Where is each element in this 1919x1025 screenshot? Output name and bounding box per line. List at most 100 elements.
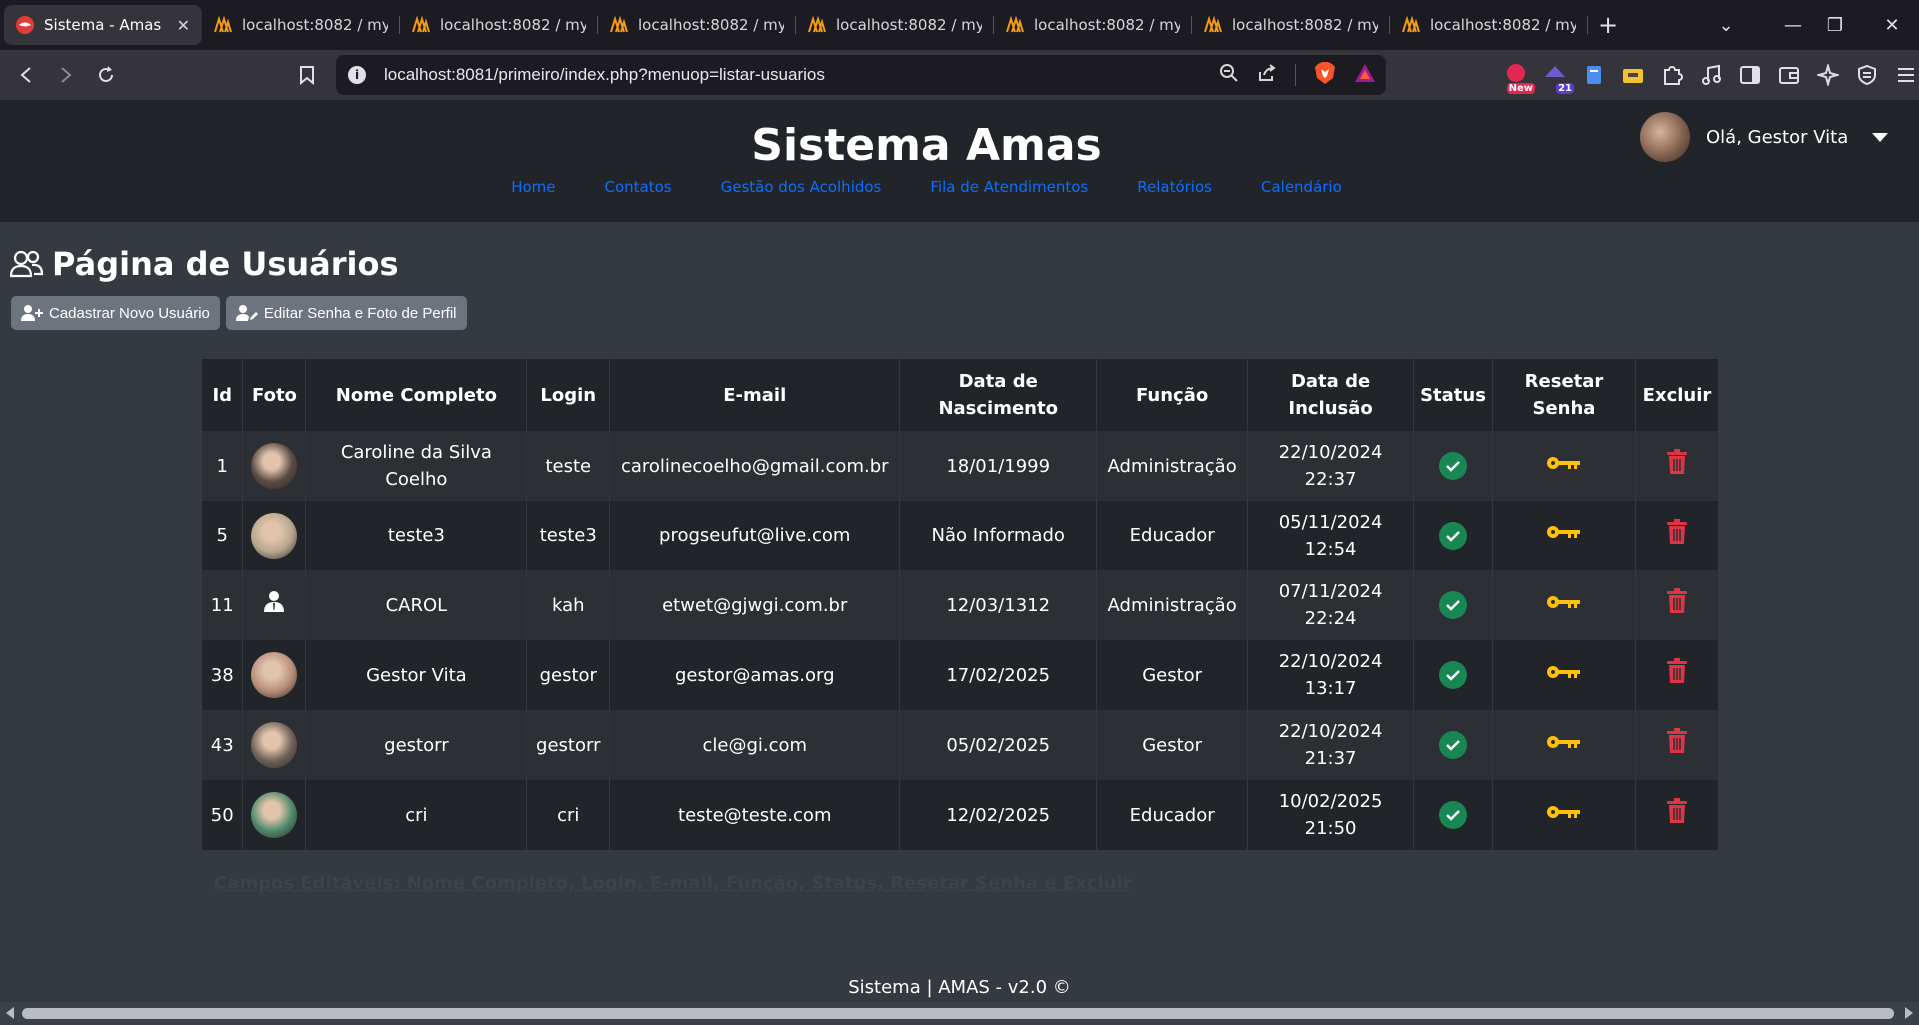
site-info-icon[interactable]: i — [348, 66, 366, 84]
extensions-puzzle-icon[interactable] — [1659, 62, 1685, 88]
cell-funcao[interactable]: Educador — [1096, 501, 1249, 570]
cell-resetar-senha[interactable] — [1492, 501, 1636, 570]
cell-email[interactable]: progseufut@live.com — [609, 501, 901, 570]
cell-nome[interactable]: Gestor Vita — [305, 640, 528, 710]
user-menu[interactable]: Olá, Gestor Vita — [1640, 112, 1889, 162]
cell-email[interactable]: teste@teste.com — [609, 780, 901, 850]
scroll-left-icon[interactable] — [6, 1007, 14, 1019]
cell-login[interactable]: kah — [526, 570, 611, 640]
cell-excluir[interactable] — [1635, 780, 1720, 850]
cell-excluir[interactable] — [1635, 501, 1720, 570]
cell-status[interactable] — [1413, 570, 1494, 640]
cell-status[interactable] — [1413, 710, 1494, 780]
wallet-icon[interactable] — [1776, 62, 1802, 88]
cell-login[interactable]: gestor — [526, 640, 611, 710]
key-icon[interactable] — [1546, 523, 1582, 541]
cell-funcao[interactable]: Administração — [1096, 570, 1249, 640]
close-tab-icon[interactable]: ✕ — [177, 16, 190, 35]
cell-status[interactable] — [1413, 431, 1494, 501]
cell-resetar-senha[interactable] — [1492, 431, 1636, 501]
cell-funcao[interactable]: Educador — [1096, 780, 1249, 850]
menu-item-contatos[interactable]: Contatos — [605, 178, 672, 196]
brave-shields-icon[interactable] — [1314, 61, 1336, 90]
cell-nome[interactable]: CAROL — [305, 570, 528, 640]
back-icon[interactable] — [8, 57, 44, 93]
cell-excluir[interactable] — [1635, 570, 1720, 640]
tab-phpmyadmin-5[interactable]: localhost:8082 / mysq — [994, 5, 1192, 45]
cell-login[interactable]: gestorr — [526, 710, 611, 780]
close-window-icon[interactable]: ✕ — [1867, 0, 1917, 50]
trash-icon[interactable] — [1666, 728, 1688, 754]
trash-icon[interactable] — [1666, 798, 1688, 824]
status-active-icon[interactable] — [1439, 521, 1468, 550]
menu-item-calendario[interactable]: Calendário — [1261, 178, 1342, 196]
cell-nome[interactable]: gestorr — [305, 710, 528, 780]
chevron-down-icon[interactable] — [1872, 132, 1889, 142]
cell-funcao[interactable]: Gestor — [1096, 710, 1249, 780]
media-icon[interactable] — [1698, 62, 1724, 88]
sidebar-icon[interactable] — [1737, 62, 1763, 88]
zoom-icon[interactable] — [1219, 63, 1239, 88]
status-active-icon[interactable] — [1439, 661, 1468, 689]
cell-email[interactable]: gestor@amas.org — [609, 640, 901, 710]
cell-excluir[interactable] — [1635, 431, 1720, 501]
menu-item-relatorios[interactable]: Relatórios — [1137, 178, 1212, 196]
avatar[interactable] — [1640, 112, 1690, 162]
status-active-icon[interactable] — [1439, 801, 1468, 829]
cell-resetar-senha[interactable] — [1492, 570, 1636, 640]
new-tab-icon[interactable]: + — [1588, 5, 1628, 45]
cell-email[interactable]: etwet@gjwgi.com.br — [609, 570, 901, 640]
cell-funcao[interactable]: Administração — [1096, 431, 1249, 501]
editable-fields-note[interactable]: Campos Editáveis: Nome Completo, Login, … — [214, 873, 1131, 894]
cell-status[interactable] — [1413, 780, 1494, 850]
tab-phpmyadmin-6[interactable]: localhost:8082 / mysq — [1192, 5, 1390, 45]
trash-icon[interactable] — [1666, 518, 1688, 545]
vpn-shield-icon[interactable] — [1854, 62, 1880, 88]
tab-phpmyadmin-1[interactable]: localhost:8082 / mysq — [202, 5, 400, 45]
tab-phpmyadmin-7[interactable]: localhost:8082 / mysq — [1390, 5, 1588, 45]
trash-icon[interactable] — [1666, 449, 1688, 475]
leo-ai-icon[interactable] — [1815, 62, 1841, 88]
cell-excluir[interactable] — [1635, 640, 1720, 710]
cell-login[interactable]: teste — [526, 431, 611, 501]
tab-phpmyadmin-3[interactable]: localhost:8082 / mysq — [598, 5, 796, 45]
menu-item-fila-atendimentos[interactable]: Fila de Atendimentos — [930, 178, 1088, 196]
cell-status[interactable] — [1413, 640, 1494, 710]
key-icon[interactable] — [1546, 454, 1582, 472]
site-brand[interactable]: Sistema Amas — [0, 120, 1853, 171]
cell-funcao[interactable]: Gestor — [1096, 640, 1249, 710]
status-active-icon[interactable] — [1439, 731, 1468, 759]
add-user-button[interactable]: Cadastrar Novo Usuário — [11, 296, 220, 330]
scroll-right-icon[interactable] — [1905, 1007, 1913, 1019]
bookmark-icon[interactable] — [289, 57, 325, 93]
tab-phpmyadmin-2[interactable]: localhost:8082 / mysq — [400, 5, 598, 45]
horizontal-scrollbar[interactable] — [0, 1002, 1919, 1025]
scrollbar-thumb[interactable] — [22, 1008, 1894, 1019]
cell-email[interactable]: carolinecoelho@gmail.com.br — [609, 431, 901, 501]
cell-excluir[interactable] — [1635, 710, 1720, 780]
cell-status[interactable] — [1413, 501, 1494, 570]
key-icon[interactable] — [1546, 803, 1582, 821]
url-text[interactable]: localhost:8081/primeiro/index.php?menuop… — [384, 65, 825, 85]
menu-item-home[interactable]: Home — [511, 178, 555, 196]
brave-rewards-icon[interactable] — [1354, 63, 1376, 88]
cell-nome[interactable]: cri — [305, 780, 528, 850]
cell-resetar-senha[interactable] — [1492, 780, 1636, 850]
extension-folder-icon[interactable] — [1620, 62, 1646, 88]
tab-list-chevron-icon[interactable]: ⌄ — [1701, 0, 1751, 50]
tab-sistema-amas[interactable]: Sistema - Amas ✕ — [4, 5, 202, 45]
cell-resetar-senha[interactable] — [1492, 710, 1636, 780]
cell-resetar-senha[interactable] — [1492, 640, 1636, 710]
status-active-icon[interactable] — [1439, 591, 1468, 619]
key-icon[interactable] — [1546, 663, 1582, 681]
key-icon[interactable] — [1546, 593, 1582, 611]
extension-new-icon[interactable]: New — [1503, 62, 1535, 94]
extension-docs-icon[interactable] — [1581, 62, 1607, 88]
status-active-icon[interactable] — [1439, 452, 1468, 480]
extension-counter-icon[interactable]: 21 — [1542, 62, 1574, 94]
restore-icon[interactable]: ❐ — [1810, 0, 1860, 50]
trash-icon[interactable] — [1666, 588, 1688, 614]
edit-password-photo-button[interactable]: Editar Senha e Foto de Perfil — [225, 296, 467, 330]
tab-phpmyadmin-4[interactable]: localhost:8082 / mysq — [796, 5, 994, 45]
cell-nome[interactable]: Caroline da Silva Coelho — [305, 431, 528, 501]
